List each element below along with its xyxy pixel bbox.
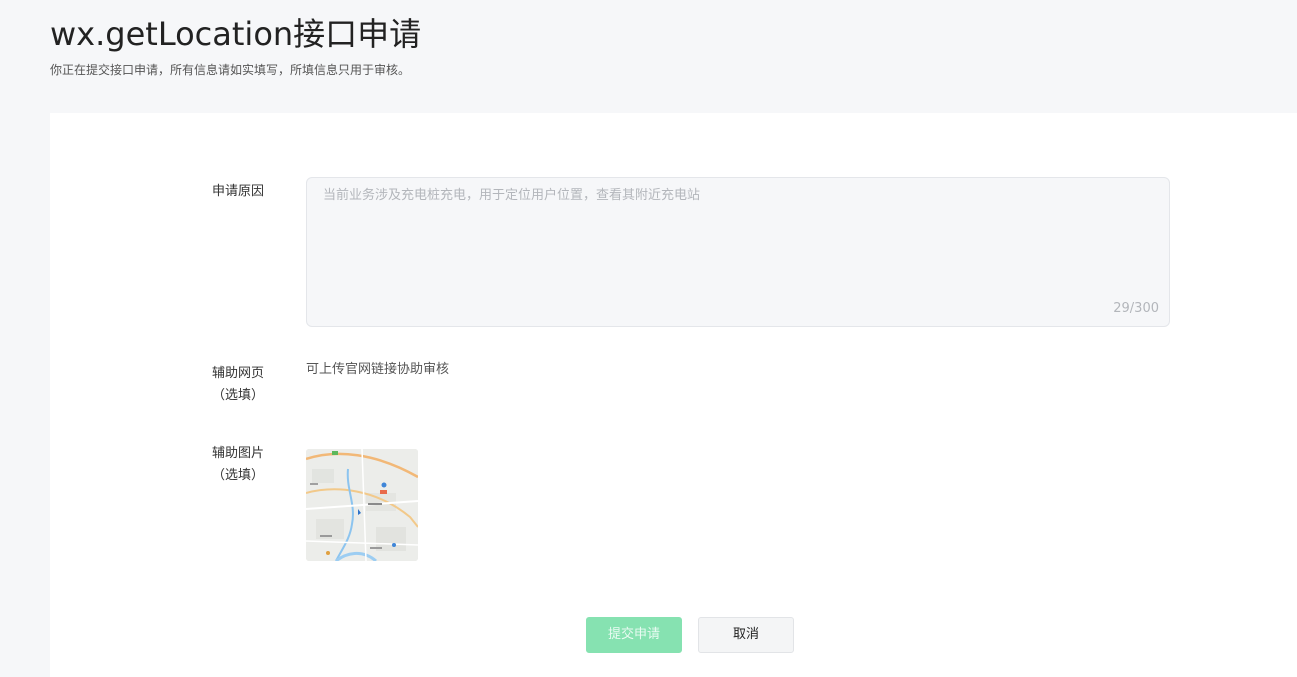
reason-label: 申请原因 xyxy=(198,181,278,203)
reason-label-text: 申请原因 xyxy=(211,184,264,199)
image-label: 辅助图片 （选填） xyxy=(198,443,278,487)
webpage-label-line2: （选填） xyxy=(211,388,264,403)
map-thumbnail-svg xyxy=(306,449,418,561)
reason-textarea-value: 当前业务涉及充电桩充电，用于定位用户位置，查看其附近充电站 xyxy=(323,188,701,203)
image-label-line1: 辅助图片 xyxy=(211,446,264,461)
cancel-button[interactable]: 取消 xyxy=(698,617,794,653)
webpage-label-line1: 辅助网页 xyxy=(211,366,264,381)
form-panel: 申请原因 当前业务涉及充电桩充电，用于定位用户位置，查看其附近充电站 29/30… xyxy=(50,113,1297,677)
map-thumbnail-image[interactable] xyxy=(306,449,418,561)
reason-char-count: 29/300 xyxy=(1113,301,1159,316)
page-subtitle: 你正在提交接口申请，所有信息请如实填写，所填信息只用于审核。 xyxy=(50,63,411,77)
webpage-label: 辅助网页 （选填） xyxy=(198,363,278,407)
webpage-upload-hint[interactable]: 可上传官网链接协助审核 xyxy=(306,359,449,381)
reason-textarea[interactable]: 当前业务涉及充电桩充电，用于定位用户位置，查看其附近充电站 29/300 xyxy=(306,177,1170,327)
image-label-line2: （选填） xyxy=(211,468,264,483)
submit-button[interactable]: 提交申请 xyxy=(586,617,682,653)
page-title: wx.getLocation接口申请 xyxy=(50,15,422,53)
